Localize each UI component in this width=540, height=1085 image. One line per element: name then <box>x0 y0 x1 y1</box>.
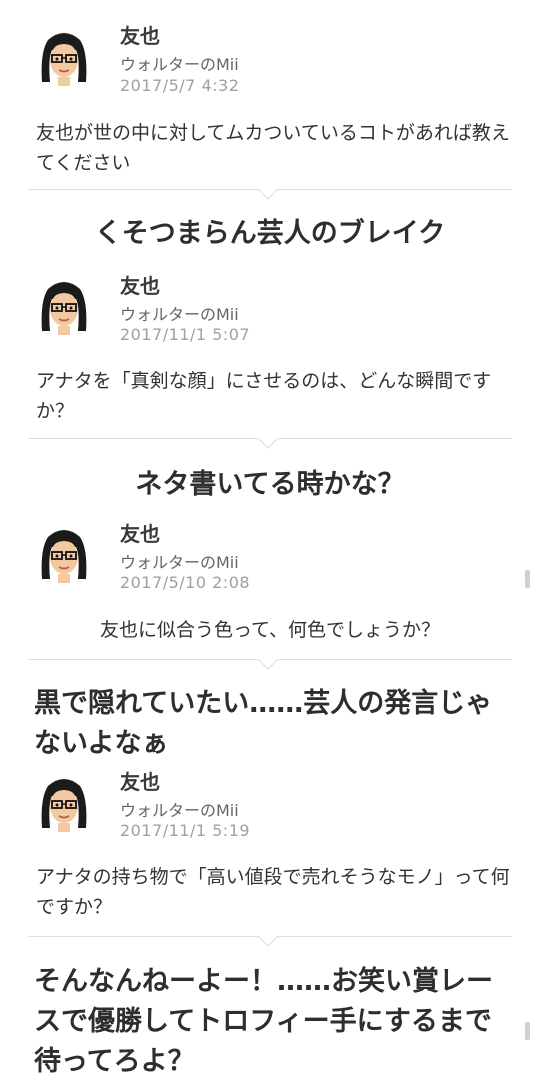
post-card: 友也 ウォルターのMii 2017/5/10 2:08 友也に似合う色って、何色… <box>0 518 540 759</box>
author-subtitle: ウォルターのMii <box>120 305 239 324</box>
question-text: 友也が世の中に対してムカついているコトがあれば教えてください <box>36 122 510 174</box>
post-date: 2017/5/10 2:08 <box>120 573 251 592</box>
answer-text: 黒で隠れていたい……芸人の発言じゃないよなぁ <box>34 688 493 759</box>
mii-avatar-icon[interactable] <box>36 774 92 832</box>
answer-text: ネタ書いてる時かな？ <box>135 469 405 500</box>
question-text: 友也に似合う色って、何色でしょうか？ <box>99 619 441 641</box>
post-card: 友也 ウォルターのMii 2017/11/1 5:19 アナタの持ち物で「高い値… <box>0 766 540 1085</box>
pointer-notch-icon <box>258 659 278 670</box>
mii-avatar-icon[interactable] <box>36 28 92 86</box>
post-card: 友也 ウォルターのMii 2017/5/7 4:32 友也が世の中に対してムカつ… <box>0 0 540 260</box>
question-text: アナタを「真剣な顔」にさせるのは、どんな瞬間ですか？ <box>36 370 492 422</box>
scrollbar-thumb[interactable] <box>525 1022 530 1040</box>
pointer-notch-icon <box>258 438 278 449</box>
mii-avatar-icon[interactable] <box>36 277 92 335</box>
author-subtitle: ウォルターのMii <box>120 801 239 820</box>
answer-text: くそつまらん芸人のブレイク <box>94 218 446 249</box>
answer-feed[interactable]: 友也 ウォルターのMii 2017/5/7 4:32 友也が世の中に対してムカつ… <box>0 0 540 1085</box>
pointer-notch-icon <box>258 189 278 200</box>
post-date: 2017/5/7 4:32 <box>120 76 240 95</box>
post-card: 友也 ウォルターのMii 2017/11/1 5:07 アナタを「真剣な顔」にさ… <box>0 270 540 510</box>
author-subtitle: ウォルターのMii <box>120 55 239 74</box>
author-name: 友也 <box>120 522 160 546</box>
mii-avatar-icon[interactable] <box>36 525 92 583</box>
question-text: アナタの持ち物で「高い値段で売れそうなモノ」って何ですか？ <box>36 866 510 918</box>
answer-text: そんなんねーよー！……お笑い賞レースで優勝してトロフィー手にするまで待ってろよ？ <box>34 966 493 1077</box>
post-date: 2017/11/1 5:07 <box>120 325 251 344</box>
author-name: 友也 <box>120 24 160 48</box>
post-date: 2017/11/1 5:19 <box>120 821 251 840</box>
pointer-notch-icon <box>258 936 278 947</box>
author-name: 友也 <box>120 274 160 298</box>
scrollbar-thumb[interactable] <box>525 570 530 588</box>
author-subtitle: ウォルターのMii <box>120 553 239 572</box>
author-name: 友也 <box>120 770 160 794</box>
